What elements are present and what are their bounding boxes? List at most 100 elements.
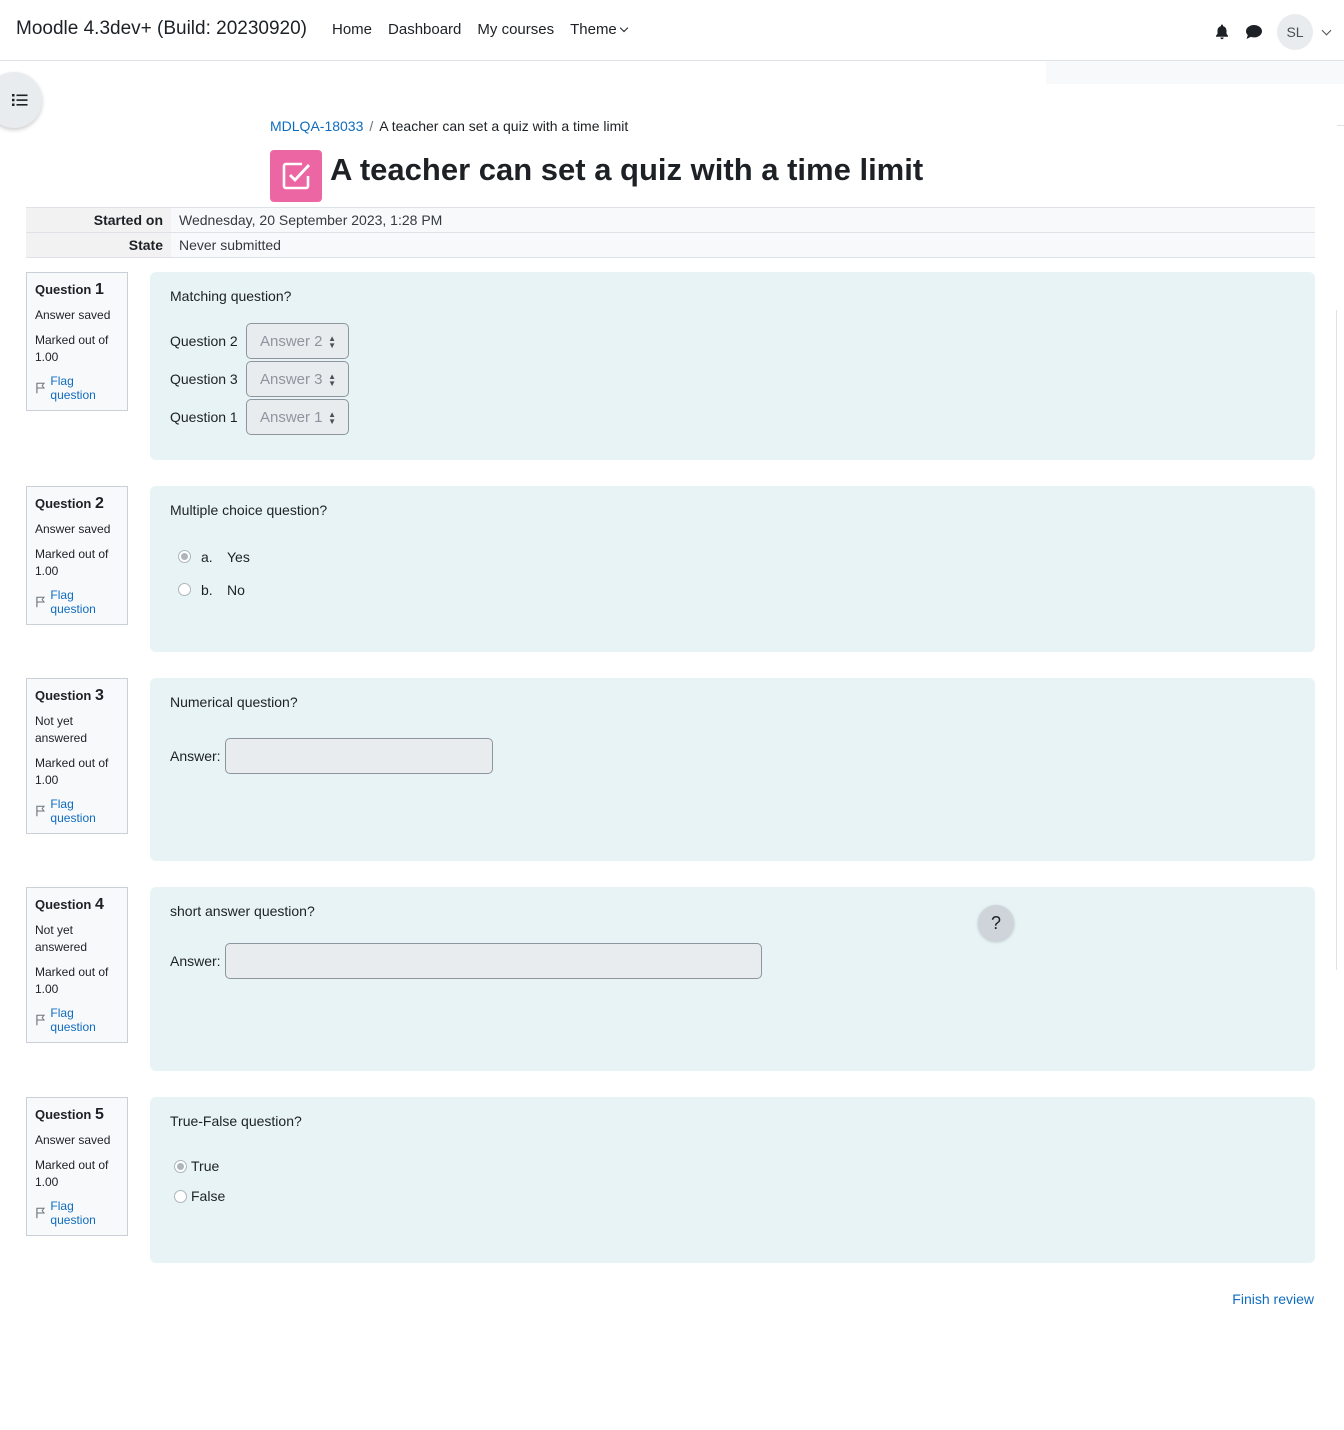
question-state: Answer saved bbox=[35, 522, 111, 536]
flag-icon bbox=[36, 805, 46, 817]
flag-question-link[interactable]: Flag question bbox=[35, 588, 119, 616]
chevron-down-icon bbox=[1321, 25, 1332, 35]
primary-navigation: Home Dashboard My courses Theme bbox=[332, 21, 629, 38]
question-text: Multiple choice question? bbox=[170, 502, 328, 518]
flag-icon bbox=[36, 1207, 46, 1219]
finish-review-link[interactable]: Finish review bbox=[1232, 1291, 1314, 1307]
summary-value: Never submitted bbox=[171, 233, 1315, 257]
user-menu[interactable]: SL bbox=[1277, 14, 1332, 50]
site-name[interactable]: Moodle 4.3dev+ (Build: 20230920) bbox=[16, 18, 307, 40]
match-select-value: Answer 2 bbox=[260, 332, 323, 350]
answer-label: Answer: bbox=[170, 953, 221, 969]
question-info-4: Question 4 Not yet answered Marked out o… bbox=[26, 887, 128, 1043]
question-label: Question bbox=[35, 688, 92, 703]
short-answer-input[interactable] bbox=[224, 943, 762, 979]
chat-bubble-icon[interactable] bbox=[1245, 23, 1263, 41]
match-select[interactable]: Answer 1 ▲ ▼ bbox=[246, 399, 349, 435]
question-info-5: Question 5 Answer saved Marked out of 1.… bbox=[26, 1097, 128, 1236]
sort-arrows-icon: ▲ ▼ bbox=[328, 372, 336, 388]
nav-home-link[interactable]: Home bbox=[332, 21, 372, 38]
question-info-3: Question 3 Not yet answered Marked out o… bbox=[26, 678, 128, 834]
question-number-value: 3 bbox=[94, 687, 104, 704]
flag-question-link[interactable]: Flag question bbox=[35, 374, 119, 402]
summary-label: Started on bbox=[26, 208, 171, 232]
flag-question-link[interactable]: Flag question bbox=[35, 1006, 119, 1034]
flag-question-link[interactable]: Flag question bbox=[35, 1199, 119, 1227]
choice-radio[interactable] bbox=[178, 583, 191, 596]
breadcrumb-separator: / bbox=[369, 118, 374, 134]
top-navbar: Moodle 4.3dev+ (Build: 20230920) Home Da… bbox=[0, 0, 1344, 61]
choice-option[interactable]: b. No bbox=[170, 573, 1295, 606]
flag-question-label: Flag question bbox=[50, 588, 96, 616]
chevron-down-icon bbox=[619, 23, 629, 33]
question-content-5: True-False question? True False bbox=[150, 1097, 1315, 1263]
question-state: Answer saved bbox=[35, 1133, 111, 1147]
question-number: Question 1 bbox=[35, 281, 119, 299]
question-text: True-False question? bbox=[170, 1113, 302, 1129]
breadcrumb-current[interactable]: A teacher can set a quiz with a time lim… bbox=[379, 118, 628, 134]
right-drawer-edge bbox=[1337, 84, 1344, 126]
match-stem: Question 1 bbox=[170, 409, 238, 425]
match-row: Question 1 Answer 1 ▲ ▼ bbox=[170, 398, 1295, 436]
list-icon bbox=[12, 94, 28, 106]
question-grade: Marked out of 1.00 bbox=[35, 756, 109, 787]
right-drawer-header bbox=[1046, 61, 1344, 84]
help-button[interactable]: ? bbox=[978, 905, 1014, 941]
question-info-1: Question 1 Answer saved Marked out of 1.… bbox=[26, 272, 128, 411]
choice-radio[interactable] bbox=[178, 550, 191, 563]
match-row: Question 3 Answer 3 ▲ ▼ bbox=[170, 360, 1295, 398]
false-label: False bbox=[191, 1188, 226, 1204]
question-number: Question 5 bbox=[35, 1106, 119, 1124]
choice-option[interactable]: a. Yes bbox=[170, 540, 1295, 573]
numerical-answer-input[interactable] bbox=[224, 738, 493, 774]
question-number-value: 4 bbox=[94, 896, 104, 913]
question-content-1: Matching question? Question 2 Answer 2 ▲ ▼… bbox=[150, 272, 1315, 460]
question-label: Question bbox=[35, 282, 92, 297]
answer-label: Answer: bbox=[170, 748, 221, 764]
summary-row-started: Started on Wednesday, 20 September 2023,… bbox=[26, 208, 1315, 233]
match-stem: Question 3 bbox=[170, 371, 238, 387]
question-number-value: 5 bbox=[94, 1106, 104, 1123]
question-label: Question bbox=[35, 496, 92, 511]
question-text: Matching question? bbox=[170, 288, 292, 304]
choice-label: No bbox=[227, 581, 245, 598]
false-radio[interactable] bbox=[174, 1189, 187, 1203]
question-state: Answer saved bbox=[35, 308, 111, 322]
match-select[interactable]: Answer 3 ▲ ▼ bbox=[246, 361, 349, 397]
false-option[interactable]: False bbox=[170, 1181, 1295, 1211]
nav-theme-label: Theme bbox=[570, 21, 617, 38]
question-grade: Marked out of 1.00 bbox=[35, 547, 109, 578]
nav-my-courses-link[interactable]: My courses bbox=[477, 21, 554, 38]
sort-arrows-icon: ▲ ▼ bbox=[328, 334, 336, 350]
bell-icon[interactable] bbox=[1213, 23, 1231, 41]
question-number: Question 2 bbox=[35, 495, 119, 513]
match-select[interactable]: Answer 2 ▲ ▼ bbox=[246, 323, 349, 359]
question-state: Not yet answered bbox=[35, 714, 88, 745]
true-label: True bbox=[191, 1158, 220, 1174]
question-number-value: 2 bbox=[94, 495, 104, 512]
user-nav: SL bbox=[1213, 14, 1332, 50]
avatar: SL bbox=[1277, 14, 1313, 50]
question-label: Question bbox=[35, 897, 92, 912]
course-index-toggle[interactable] bbox=[0, 72, 42, 128]
question-state: Not yet answered bbox=[35, 923, 88, 954]
flag-icon bbox=[36, 1014, 46, 1026]
flag-question-label: Flag question bbox=[50, 374, 96, 402]
true-radio[interactable] bbox=[174, 1159, 187, 1173]
true-option[interactable]: True bbox=[170, 1151, 1295, 1181]
breadcrumb-course-link[interactable]: MDLQA-18033 bbox=[270, 118, 363, 134]
question-content-2: Multiple choice question? a. Yes b. No bbox=[150, 486, 1315, 652]
question-grade: Marked out of 1.00 bbox=[35, 965, 109, 996]
question-text: Numerical question? bbox=[170, 694, 298, 710]
flag-question-label: Flag question bbox=[50, 1199, 96, 1227]
match-select-value: Answer 3 bbox=[260, 370, 323, 388]
nav-dashboard-link[interactable]: Dashboard bbox=[388, 21, 461, 38]
question-info-2: Question 2 Answer saved Marked out of 1.… bbox=[26, 486, 128, 625]
match-row: Question 2 Answer 2 ▲ ▼ bbox=[170, 322, 1295, 360]
question-number: Question 4 bbox=[35, 896, 119, 914]
flag-question-link[interactable]: Flag question bbox=[35, 797, 119, 825]
match-stem: Question 2 bbox=[170, 333, 238, 349]
question-grade: Marked out of 1.00 bbox=[35, 1158, 109, 1189]
page-title: A teacher can set a quiz with a time lim… bbox=[330, 152, 924, 187]
nav-theme-dropdown[interactable]: Theme bbox=[570, 21, 629, 38]
